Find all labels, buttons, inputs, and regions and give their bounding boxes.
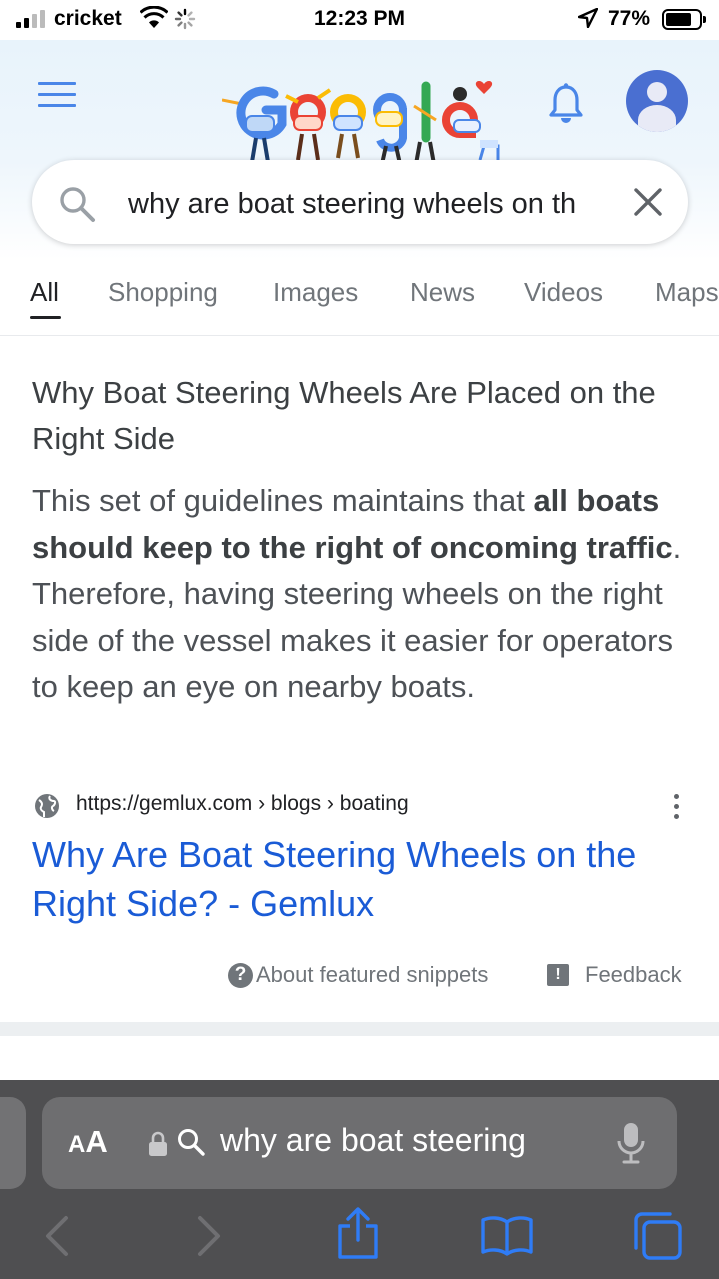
tabs-icon[interactable]	[632, 1210, 684, 1262]
tab-maps[interactable]: Maps	[655, 277, 719, 308]
status-bar: cricket 12:23 PM 77%	[0, 0, 719, 40]
reader-options-button[interactable]: AA	[68, 1124, 108, 1160]
tab-videos[interactable]: Videos	[524, 277, 603, 308]
tab-images[interactable]: Images	[273, 277, 358, 308]
active-tab-indicator	[30, 316, 61, 319]
about-featured-snippets[interactable]: ? About featured snippets	[228, 962, 488, 988]
close-icon[interactable]	[632, 186, 664, 218]
section-divider	[0, 1022, 719, 1036]
tab-news[interactable]: News	[410, 277, 475, 308]
tab-all[interactable]: All	[30, 277, 59, 308]
previous-tab-peek[interactable]	[0, 1097, 26, 1189]
globe-icon	[35, 794, 59, 818]
bell-icon[interactable]	[546, 82, 586, 124]
forward-arrow-icon[interactable]	[196, 1215, 224, 1257]
snippet-text-start: This set of guidelines maintains that	[32, 483, 534, 518]
search-icon[interactable]	[58, 185, 96, 223]
snippet-text: This set of guidelines maintains that al…	[32, 478, 692, 711]
hamburger-menu-icon[interactable]	[38, 82, 76, 110]
battery-icon	[662, 9, 706, 30]
search-tabs: All Shopping Images News Videos Maps	[0, 260, 719, 336]
address-text[interactable]: why are boat steering	[220, 1122, 584, 1159]
aa-big-letter: A	[85, 1124, 108, 1159]
account-avatar[interactable]	[626, 70, 688, 132]
source-url[interactable]: https://gemlux.com › blogs › boating	[76, 792, 409, 816]
aa-small-letter: A	[68, 1131, 86, 1158]
avatar-icon	[647, 82, 667, 102]
search-input[interactable]	[128, 184, 604, 224]
battery-percent: 77%	[608, 7, 651, 30]
feedback-icon: !	[547, 964, 569, 986]
tab-shopping[interactable]: Shopping	[108, 277, 218, 308]
location-arrow-icon	[578, 8, 598, 28]
share-icon[interactable]	[336, 1206, 380, 1260]
result-title-link[interactable]: Why Are Boat Steering Wheels on the Righ…	[32, 830, 702, 928]
lock-icon	[149, 1131, 167, 1156]
search-icon	[178, 1129, 205, 1156]
back-arrow-icon[interactable]	[42, 1215, 70, 1257]
more-options-icon[interactable]	[666, 794, 686, 824]
microphone-icon[interactable]	[616, 1121, 646, 1165]
snippet-heading: Why Boat Steering Wheels Are Placed on t…	[32, 375, 656, 456]
feedback-label: Feedback	[585, 962, 682, 987]
feedback-button[interactable]: ! Feedback	[547, 962, 682, 988]
about-snippets-label: About featured snippets	[256, 962, 489, 987]
help-icon: ?	[228, 962, 253, 988]
bookmarks-icon[interactable]	[480, 1214, 534, 1256]
